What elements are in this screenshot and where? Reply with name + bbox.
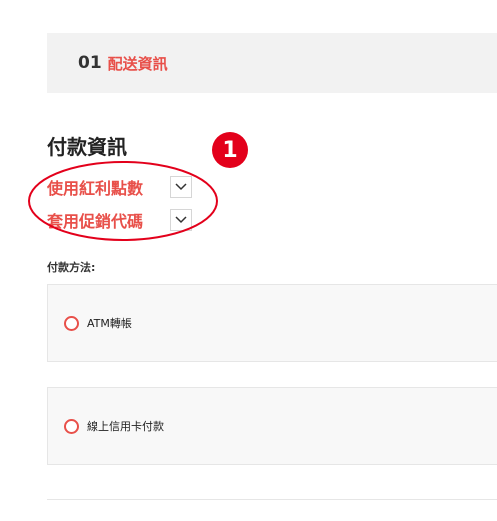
chevron-down-icon [175, 216, 187, 224]
annotation-badge: 1 [212, 132, 248, 168]
atm-label: ATM轉帳 [87, 317, 132, 330]
expand-promo-code-button[interactable] [170, 209, 192, 231]
shipping-step-header[interactable]: 01 配送資訊 [47, 33, 497, 93]
credit-card-label: 線上信用卡付款 [87, 420, 164, 433]
section-divider [47, 499, 497, 500]
payment-option-atm[interactable]: ATM轉帳 [47, 284, 497, 362]
payment-method-label: 付款方法: [47, 261, 96, 274]
step-label: 配送資訊 [107, 54, 168, 73]
payment-option-credit-card[interactable]: 線上信用卡付款 [47, 387, 497, 465]
expand-bonus-points-button[interactable] [170, 176, 192, 198]
use-bonus-points-label: 使用紅利點數 [47, 179, 144, 198]
apply-promo-code-toggle[interactable]: 套用促銷代碼 [47, 208, 192, 232]
chevron-down-icon [175, 183, 187, 191]
apply-promo-code-label: 套用促銷代碼 [47, 212, 144, 231]
use-bonus-points-toggle[interactable]: 使用紅利點數 [47, 175, 192, 199]
payment-section-title: 付款資訊 [47, 135, 127, 159]
step-number: 01 [78, 53, 102, 73]
credit-card-radio[interactable] [64, 418, 79, 434]
atm-radio[interactable] [64, 315, 79, 331]
